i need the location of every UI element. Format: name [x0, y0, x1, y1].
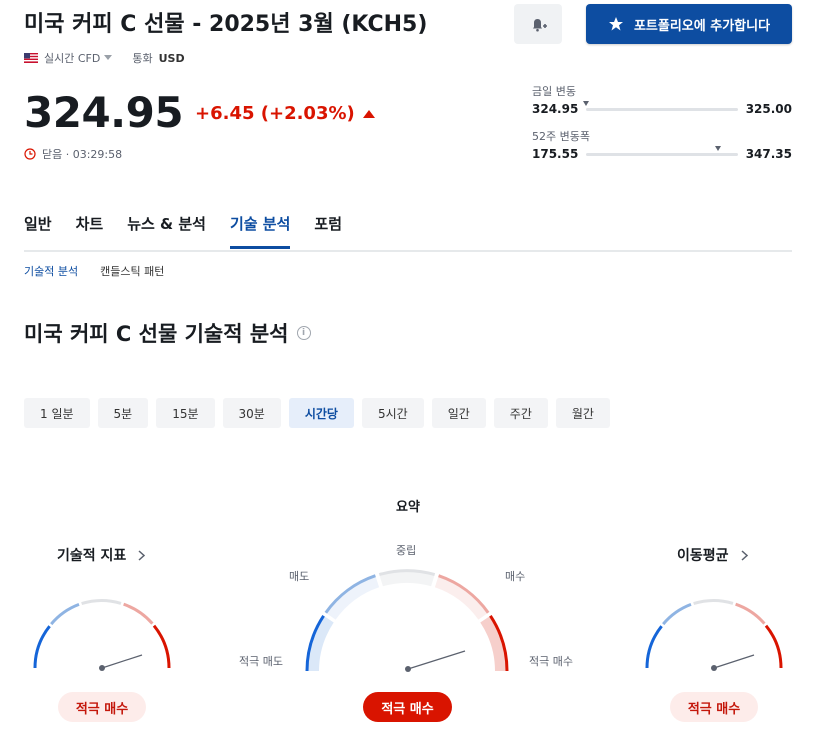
- arrow-up-icon: [362, 110, 375, 118]
- moving-averages-result-badge: 적극 매수: [670, 692, 758, 722]
- gauge-segment-strong-buy: [152, 624, 171, 669]
- period-selector: 1 일분 5분 15분 30분 시간당 5시간 일간 주간 월간: [24, 398, 610, 428]
- period-weekly[interactable]: 주간: [493, 398, 548, 428]
- indicators-result-badge: 적극 매수: [58, 692, 146, 722]
- us-flag-icon: [24, 53, 38, 63]
- label-neutral: 중립: [396, 544, 417, 557]
- chevron-down-icon: [104, 55, 113, 60]
- currency-value: USD: [158, 51, 185, 65]
- day-range-marker: [583, 100, 590, 106]
- zone-buy: [434, 575, 489, 620]
- gauge-needle: [101, 654, 143, 669]
- moving-averages-link[interactable]: 이동평균: [677, 545, 748, 565]
- period-1min[interactable]: 1 일분: [24, 398, 90, 428]
- day-range-bar: [583, 100, 738, 111]
- realtime-dropdown[interactable]: 실시간 CFD: [44, 50, 113, 66]
- label-strong-sell: 적극 매도: [239, 655, 283, 668]
- gauge-segment-neutral: [693, 599, 734, 606]
- page-title: 미국 커피 C 선물 - 2025년 3월 (KCH5): [24, 12, 428, 37]
- price-change-value: +6.45 (+2.03%): [195, 103, 355, 124]
- gauge-segment-sell: [662, 602, 692, 626]
- day-range-high: 325.00: [745, 102, 792, 116]
- gauge-needle-hub: [711, 665, 717, 671]
- week52-range: 52주 변동폭 175.55 347.35: [532, 128, 792, 161]
- day-range-label: 금일 변동: [532, 85, 576, 98]
- market-status: 닫음 · 03:29:58: [24, 146, 122, 162]
- info-icon[interactable]: i: [296, 326, 311, 340]
- subtab-candlestick-patterns[interactable]: 캔들스틱 패턴: [100, 263, 164, 279]
- gauge-needle-hub: [405, 666, 411, 672]
- period-daily[interactable]: 일간: [431, 398, 486, 428]
- star-icon: [608, 17, 623, 31]
- gauge-segment-sell: [50, 602, 80, 626]
- chevron-right-icon: [138, 549, 146, 561]
- last-price: 324.95: [24, 88, 184, 137]
- indicators-link[interactable]: 기술적 지표: [57, 545, 146, 565]
- day-range: 금일 변동 324.95 325.00: [532, 83, 792, 116]
- quote-meta: 실시간 CFD 통화 USD: [24, 50, 185, 66]
- period-monthly[interactable]: 월간: [555, 398, 610, 428]
- period-hourly[interactable]: 시간당: [288, 398, 354, 428]
- gauge-needle-hub: [99, 665, 105, 671]
- period-5hour[interactable]: 5시간: [361, 398, 424, 428]
- label-sell: 매도: [289, 570, 310, 583]
- period-30min[interactable]: 30분: [222, 398, 281, 428]
- period-5min[interactable]: 5분: [97, 398, 149, 428]
- moving-averages-title: 이동평균: [677, 548, 729, 564]
- gauge-segment-buy: [123, 602, 154, 625]
- gauge-segment-strong-sell: [33, 625, 51, 669]
- section-title: 미국 커피 C 선물 기술적 분석 i: [24, 318, 311, 348]
- gauge-segment-neutral: [81, 599, 122, 606]
- moving-averages-gauge: [645, 599, 783, 671]
- label-buy: 매수: [505, 570, 526, 583]
- label-strong-buy: 적극 매수: [529, 655, 573, 668]
- sub-tabs: 기술적 분석 캔들스틱 패턴: [24, 263, 164, 279]
- chevron-right-icon: [741, 549, 748, 561]
- add-to-portfolio-label: 포트폴리오에 추가합니다: [633, 18, 771, 34]
- gauge-segment-buy: [735, 602, 766, 625]
- price-change: +6.45 (+2.03%): [195, 103, 375, 124]
- gauge-needle: [713, 654, 755, 669]
- period-15min[interactable]: 15분: [156, 398, 215, 428]
- summary-result-badge: 적극 매수: [363, 692, 452, 722]
- gauge-segment-strong-buy: [764, 624, 783, 669]
- summary-title: 요약: [396, 500, 420, 515]
- tab-forum[interactable]: 포럼: [314, 206, 342, 247]
- section-title-text: 미국 커피 C 선물 기술적 분석: [24, 322, 289, 346]
- week52-range-bar: [586, 145, 738, 156]
- week52-range-low: 175.55: [532, 147, 579, 161]
- day-range-low: 324.95: [532, 102, 579, 116]
- zone-sell: [325, 575, 380, 620]
- tab-news[interactable]: 뉴스 & 분석: [127, 206, 206, 247]
- week52-range-marker: [715, 145, 721, 151]
- indicators-title: 기술적 지표: [57, 548, 127, 564]
- week52-range-high: 347.35: [745, 147, 792, 161]
- bell-plus-icon: [533, 19, 547, 32]
- week52-range-label: 52주 변동폭: [532, 130, 590, 143]
- alert-button[interactable]: [514, 4, 562, 44]
- gauge-needle: [407, 650, 466, 670]
- add-to-portfolio-button[interactable]: 포트폴리오에 추가합니다: [586, 4, 792, 44]
- gauge-segment-strong-sell: [645, 625, 663, 669]
- realtime-label: 실시간 CFD: [44, 52, 101, 65]
- tab-chart[interactable]: 차트: [76, 206, 104, 247]
- tab-overview[interactable]: 일반: [24, 206, 52, 247]
- tab-technical[interactable]: 기술 분석: [229, 206, 291, 249]
- market-status-text: 닫음 · 03:29:58: [42, 148, 123, 161]
- indicators-gauge: [33, 599, 171, 671]
- subtab-technical-analysis[interactable]: 기술적 분석: [24, 263, 78, 279]
- summary-gauge: [305, 569, 509, 672]
- clock-icon: [24, 148, 36, 160]
- currency-label: 통화: [132, 52, 153, 65]
- main-tabs: 일반 차트 뉴스 & 분석 기술 분석 포럼: [24, 206, 792, 252]
